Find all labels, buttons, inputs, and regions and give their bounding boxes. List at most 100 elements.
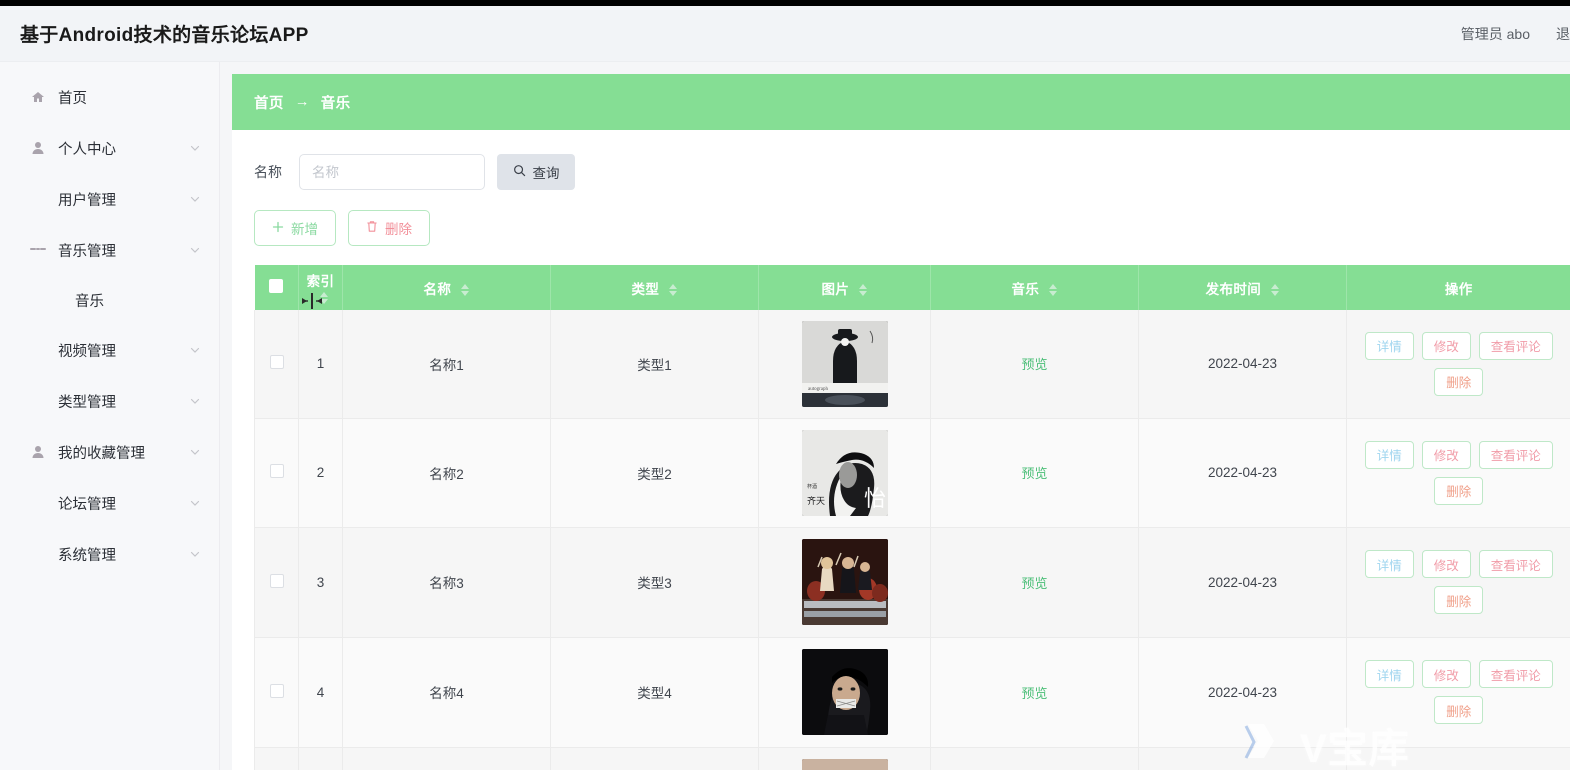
chevron-down-icon[interactable] <box>189 344 201 356</box>
header-name[interactable]: 名称 <box>342 265 551 310</box>
row-select-cell[interactable] <box>254 527 299 638</box>
sidebar-item-type-management[interactable]: 类型管理 <box>0 384 219 418</box>
sort-indicator-icon[interactable] <box>461 283 470 296</box>
row-checkbox[interactable] <box>269 464 284 478</box>
table-row: 1 名称1 类型1 autograph 预览 2022-04-23 详情 修改 … <box>254 310 1570 419</box>
cell-index: 3 <box>298 527 343 638</box>
chevron-down-icon[interactable] <box>189 142 201 154</box>
grid-icon <box>30 191 46 207</box>
sidebar-label-user-management: 用户管理 <box>58 192 116 209</box>
chevron-down-icon[interactable] <box>189 548 201 560</box>
query-button-label: 查询 <box>532 166 560 181</box>
grid-icon <box>30 546 46 562</box>
row-select-cell[interactable] <box>254 310 299 419</box>
view-comments-button[interactable]: 查看评论 <box>1478 440 1553 469</box>
sidebar-item-video-management[interactable]: 视频管理 <box>0 333 219 367</box>
row-delete-button[interactable]: 删除 <box>1434 586 1484 614</box>
music-preview-link[interactable]: 预览 <box>1021 466 1047 481</box>
row-checkbox[interactable] <box>269 683 284 698</box>
grid-icon <box>30 495 46 511</box>
music-preview-link[interactable]: 预览 <box>1021 357 1047 372</box>
album-thumbnail[interactable] <box>801 539 888 625</box>
logout-link[interactable]: 退出 <box>1556 24 1570 44</box>
header-operations: 操作 <box>1346 265 1570 310</box>
row-select-cell[interactable] <box>254 418 299 528</box>
sidebar-label-type-management: 类型管理 <box>58 394 116 411</box>
cell-publish-time: 2022-04-23 <box>1138 637 1347 748</box>
sort-indicator-icon[interactable] <box>1271 283 1280 296</box>
sidebar-item-music-management[interactable]: 音乐管理 <box>0 233 219 267</box>
sidebar-item-user-management[interactable]: 用户管理 <box>0 182 219 216</box>
sort-indicator-icon[interactable] <box>859 283 868 296</box>
add-button[interactable]: 新增 <box>254 210 336 246</box>
chevron-down-icon[interactable] <box>189 446 201 458</box>
chevron-down-icon[interactable] <box>189 244 201 256</box>
select-all-checkbox[interactable] <box>269 279 284 293</box>
plus-icon <box>272 221 284 236</box>
sidebar-item-forum-management[interactable]: 论坛管理 <box>0 486 219 520</box>
chevron-down-icon[interactable] <box>189 497 201 509</box>
sort-indicator-icon[interactable] <box>319 292 328 305</box>
breadcrumb-home[interactable]: 首页 <box>254 92 284 113</box>
album-thumbnail[interactable]: 怡 杯酒 齐天 <box>801 429 888 516</box>
edit-button[interactable]: 修改 <box>1421 331 1471 360</box>
svg-text:怡: 怡 <box>864 486 886 511</box>
row-delete-button[interactable]: 删除 <box>1434 476 1484 505</box>
sort-indicator-icon[interactable] <box>1049 283 1058 296</box>
edit-button[interactable]: 修改 <box>1421 660 1471 688</box>
svg-text:autograph: autograph <box>808 387 828 392</box>
query-button[interactable]: 查询 <box>497 154 575 190</box>
sidebar-item-personal-center[interactable]: 个人中心 <box>0 131 219 165</box>
detail-button[interactable]: 详情 <box>1364 660 1414 688</box>
sidebar-item-system-management[interactable]: 系统管理 <box>0 537 219 571</box>
music-preview-link[interactable]: 预览 <box>1021 576 1047 591</box>
header-name-label: 名称 <box>423 281 452 297</box>
chevron-down-icon[interactable] <box>189 193 201 205</box>
cell-type: 类型3 <box>550 527 759 638</box>
header-type[interactable]: 类型 <box>550 265 759 310</box>
row-select-cell[interactable] <box>254 637 299 748</box>
header-music[interactable]: 音乐 <box>930 265 1139 310</box>
sidebar-subitem-music[interactable]: 音乐 <box>0 284 219 316</box>
edit-button[interactable]: 修改 <box>1421 440 1471 469</box>
sidebar-label-my-favorites-management: 我的收藏管理 <box>58 445 145 462</box>
detail-button[interactable]: 详情 <box>1364 440 1414 469</box>
cell-name: 名称3 <box>342 527 551 638</box>
edit-button[interactable]: 修改 <box>1421 550 1471 578</box>
cell-music: 预览 <box>930 310 1139 419</box>
music-preview-link[interactable]: 预览 <box>1021 686 1047 701</box>
header-publish-time[interactable]: 发布时间 <box>1138 265 1347 310</box>
cell-music: 预览 <box>930 527 1139 638</box>
cell-type: 类型4 <box>550 637 759 748</box>
chevron-down-icon[interactable] <box>189 395 201 407</box>
row-delete-button[interactable]: 删除 <box>1434 367 1484 396</box>
search-input[interactable] <box>299 154 485 190</box>
main-content: 首页 → 音乐 名称 查询 新增 <box>220 62 1570 770</box>
delete-button[interactable]: 删除 <box>348 210 430 246</box>
search-icon <box>513 164 526 180</box>
sidebar-item-home[interactable]: 首页 <box>0 80 219 114</box>
page-title: 基于Android技术的音乐论坛APP <box>20 25 309 46</box>
view-comments-button[interactable]: 查看评论 <box>1478 660 1553 688</box>
header-index[interactable]: 索引 <box>298 265 343 310</box>
cell-music: 预览 <box>930 637 1139 748</box>
row-select-cell[interactable] <box>254 747 299 770</box>
row-checkbox[interactable] <box>269 573 284 588</box>
album-thumbnail[interactable] <box>801 759 888 770</box>
sidebar-item-my-favorites-management[interactable]: 我的收藏管理 <box>0 435 219 469</box>
table-row: 4 名称4 类型4 预览 2022-04-23 详情 修改 查看评论 删除 <box>254 637 1570 748</box>
header-image[interactable]: 图片 <box>758 265 931 310</box>
cell-image <box>758 527 931 638</box>
album-thumbnail[interactable] <box>801 649 888 735</box>
sort-indicator-icon[interactable] <box>669 283 678 296</box>
search-bar: 名称 查询 <box>232 130 1570 190</box>
detail-button[interactable]: 详情 <box>1364 550 1414 578</box>
album-thumbnail[interactable]: autograph <box>801 320 888 407</box>
view-comments-button[interactable]: 查看评论 <box>1478 550 1553 578</box>
detail-button[interactable]: 详情 <box>1364 331 1414 360</box>
row-checkbox[interactable] <box>269 355 284 370</box>
row-delete-button[interactable]: 删除 <box>1434 696 1484 724</box>
view-comments-button[interactable]: 查看评论 <box>1478 331 1553 360</box>
header-select-all[interactable] <box>254 265 322 310</box>
cell-operations: 详情 修改 查看评论 删除 <box>1346 527 1570 638</box>
